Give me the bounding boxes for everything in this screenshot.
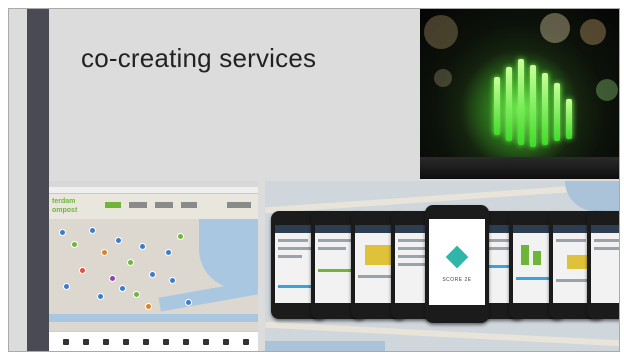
city-map-website-image: terdam ompost — [49, 181, 258, 351]
phone-mockup — [587, 211, 619, 319]
website-nav — [101, 199, 258, 213]
website-map — [49, 219, 258, 331]
website-logo-line2: ompost — [52, 207, 78, 214]
accent-bar — [27, 9, 49, 351]
app-label: SCORE 2E — [442, 277, 472, 283]
green-glow-sculpture-image — [420, 9, 619, 179]
slide-title: co-creating services — [81, 43, 317, 73]
phone-mockup-main: SCORE 2E — [425, 205, 489, 323]
mobile-app-screens-image: SCORE 2E — [265, 181, 619, 351]
website-logo: terdam ompost — [52, 197, 100, 219]
website-footer-icons — [49, 331, 258, 351]
page: co-creating services terdam ompost SCORE… — [0, 0, 624, 354]
website-logo-line1: terdam — [52, 198, 76, 205]
presentation-slide: co-creating services terdam ompost SCORE… — [8, 8, 620, 352]
